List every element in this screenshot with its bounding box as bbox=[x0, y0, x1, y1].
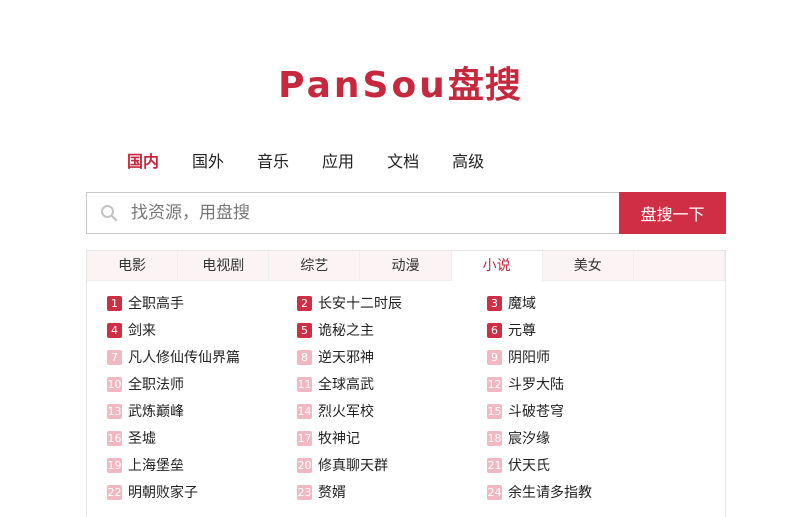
tab-tv-series[interactable]: 电视剧 bbox=[178, 251, 270, 281]
list-item-title: 魔域 bbox=[508, 296, 536, 312]
tab-variety[interactable]: 综艺 bbox=[269, 251, 361, 281]
rank-badge: 14 bbox=[297, 403, 312, 419]
list-item[interactable]: 18 宸汐缘 bbox=[487, 428, 677, 448]
list-item-title: 全职法师 bbox=[128, 377, 184, 393]
tab-movies[interactable]: 电影 bbox=[87, 251, 179, 281]
nav-item-music[interactable]: 音乐 bbox=[257, 152, 289, 172]
list-item[interactable]: 15 斗破苍穹 bbox=[487, 401, 677, 421]
list-item[interactable]: 6 元尊 bbox=[487, 320, 677, 340]
list-item-title: 元尊 bbox=[508, 323, 536, 339]
ranking-list: 1 全职高手 2 长安十二时辰 3 魔域 4 剑来 5 诡秘之主 6 元尊 7 凡人修仙传仙界篇 8 逆天邪神… bbox=[107, 293, 707, 509]
nav-item-documents[interactable]: 文档 bbox=[387, 152, 419, 172]
list-item[interactable]: 4 剑来 bbox=[107, 320, 297, 340]
rank-badge: 21 bbox=[487, 457, 502, 473]
list-item[interactable]: 12 斗罗大陆 bbox=[487, 374, 677, 394]
ranking-tabs: 电影 电视剧 综艺 动漫 小说 美女 bbox=[87, 251, 725, 282]
rank-badge: 12 bbox=[487, 376, 502, 392]
list-item[interactable]: 11 全球高武 bbox=[297, 374, 487, 394]
list-item[interactable]: 19 上海堡垒 bbox=[107, 455, 297, 475]
rank-badge: 9 bbox=[487, 349, 502, 365]
tab-anime[interactable]: 动漫 bbox=[360, 251, 452, 281]
tab-novels[interactable]: 小说 bbox=[451, 251, 543, 282]
rank-badge: 5 bbox=[297, 322, 312, 338]
rank-badge: 22 bbox=[107, 484, 122, 500]
list-item-title: 全球高武 bbox=[318, 377, 374, 393]
nav-item-foreign[interactable]: 国外 bbox=[192, 152, 224, 172]
rank-badge: 23 bbox=[297, 484, 312, 500]
hot-ranking-panel: 电影 电视剧 综艺 动漫 小说 美女 1 全职高手 2 长安十二时辰 3 魔域 4 剑来 5 诡秘… bbox=[86, 250, 726, 517]
list-item-title: 明朝败家子 bbox=[128, 485, 198, 501]
rank-badge: 10 bbox=[107, 376, 122, 392]
list-item[interactable]: 3 魔域 bbox=[487, 293, 677, 313]
search-input[interactable] bbox=[131, 193, 619, 233]
rank-badge: 7 bbox=[107, 349, 122, 365]
nav-item-apps[interactable]: 应用 bbox=[322, 152, 354, 172]
rank-badge: 11 bbox=[297, 376, 312, 392]
list-item-title: 上海堡垒 bbox=[128, 458, 184, 474]
rank-badge: 1 bbox=[107, 295, 122, 311]
list-item[interactable]: 24 余生请多指教 bbox=[487, 482, 677, 502]
rank-badge: 17 bbox=[297, 430, 312, 446]
rank-badge: 6 bbox=[487, 322, 502, 338]
list-item[interactable]: 10 全职法师 bbox=[107, 374, 297, 394]
search-box bbox=[86, 192, 619, 234]
nav-item-domestic[interactable]: 国内 bbox=[127, 152, 159, 172]
search-button[interactable]: 盘搜一下 bbox=[619, 192, 726, 234]
list-item-title: 长安十二时辰 bbox=[318, 296, 402, 312]
rank-badge: 20 bbox=[297, 457, 312, 473]
nav-item-advanced[interactable]: 高级 bbox=[452, 152, 484, 172]
list-item-title: 斗罗大陆 bbox=[508, 377, 564, 393]
rank-badge: 15 bbox=[487, 403, 502, 419]
logo-latin: PanSou bbox=[278, 65, 448, 106]
logo: PanSou盘搜 bbox=[0, 56, 800, 108]
rank-badge: 16 bbox=[107, 430, 122, 446]
list-item-title: 武炼巅峰 bbox=[128, 404, 184, 420]
list-item[interactable]: 8 逆天邪神 bbox=[297, 347, 487, 367]
list-item-title: 阴阳师 bbox=[508, 350, 550, 366]
search-icon bbox=[87, 193, 131, 233]
list-item[interactable]: 21 伏天氏 bbox=[487, 455, 677, 475]
rank-badge: 8 bbox=[297, 349, 312, 365]
list-item-title: 凡人修仙传仙界篇 bbox=[128, 350, 240, 366]
list-item[interactable]: 9 阴阳师 bbox=[487, 347, 677, 367]
list-item-title: 余生请多指教 bbox=[508, 485, 592, 501]
list-item[interactable]: 20 修真聊天群 bbox=[297, 455, 487, 475]
search-category-nav: 国内 国外 音乐 应用 文档 高级 bbox=[127, 152, 517, 172]
rank-badge: 19 bbox=[107, 457, 122, 473]
search-bar: 盘搜一下 bbox=[86, 192, 726, 234]
list-item[interactable]: 2 长安十二时辰 bbox=[297, 293, 487, 313]
list-item[interactable]: 7 凡人修仙传仙界篇 bbox=[107, 347, 297, 367]
list-item[interactable]: 14 烈火军校 bbox=[297, 401, 487, 421]
list-item-title: 诡秘之主 bbox=[318, 323, 374, 339]
list-item[interactable]: 16 圣墟 bbox=[107, 428, 297, 448]
rank-badge: 18 bbox=[487, 430, 502, 446]
list-item[interactable]: 22 明朝败家子 bbox=[107, 482, 297, 502]
tab-beauty[interactable]: 美女 bbox=[543, 251, 634, 281]
rank-badge: 2 bbox=[297, 295, 312, 311]
list-item-title: 全职高手 bbox=[128, 296, 184, 312]
list-item[interactable]: 17 牧神记 bbox=[297, 428, 487, 448]
rank-badge: 24 bbox=[487, 484, 502, 500]
list-item[interactable]: 5 诡秘之主 bbox=[297, 320, 487, 340]
list-item-title: 剑来 bbox=[128, 323, 156, 339]
logo-cn: 盘搜 bbox=[447, 65, 522, 106]
tab-empty bbox=[634, 251, 725, 281]
list-item-title: 赘婿 bbox=[318, 485, 346, 501]
rank-badge: 3 bbox=[487, 295, 502, 311]
rank-badge: 13 bbox=[107, 403, 122, 419]
list-item-title: 牧神记 bbox=[318, 431, 360, 447]
list-item-title: 烈火军校 bbox=[318, 404, 374, 420]
list-item-title: 斗破苍穹 bbox=[508, 404, 564, 420]
list-item[interactable]: 13 武炼巅峰 bbox=[107, 401, 297, 421]
list-item-title: 修真聊天群 bbox=[318, 458, 388, 474]
rank-badge: 4 bbox=[107, 322, 122, 338]
list-item[interactable]: 1 全职高手 bbox=[107, 293, 297, 313]
list-item-title: 圣墟 bbox=[128, 431, 156, 447]
list-item[interactable]: 23 赘婿 bbox=[297, 482, 487, 502]
list-item-title: 逆天邪神 bbox=[318, 350, 374, 366]
list-item-title: 伏天氏 bbox=[508, 458, 550, 474]
list-item-title: 宸汐缘 bbox=[508, 431, 550, 447]
